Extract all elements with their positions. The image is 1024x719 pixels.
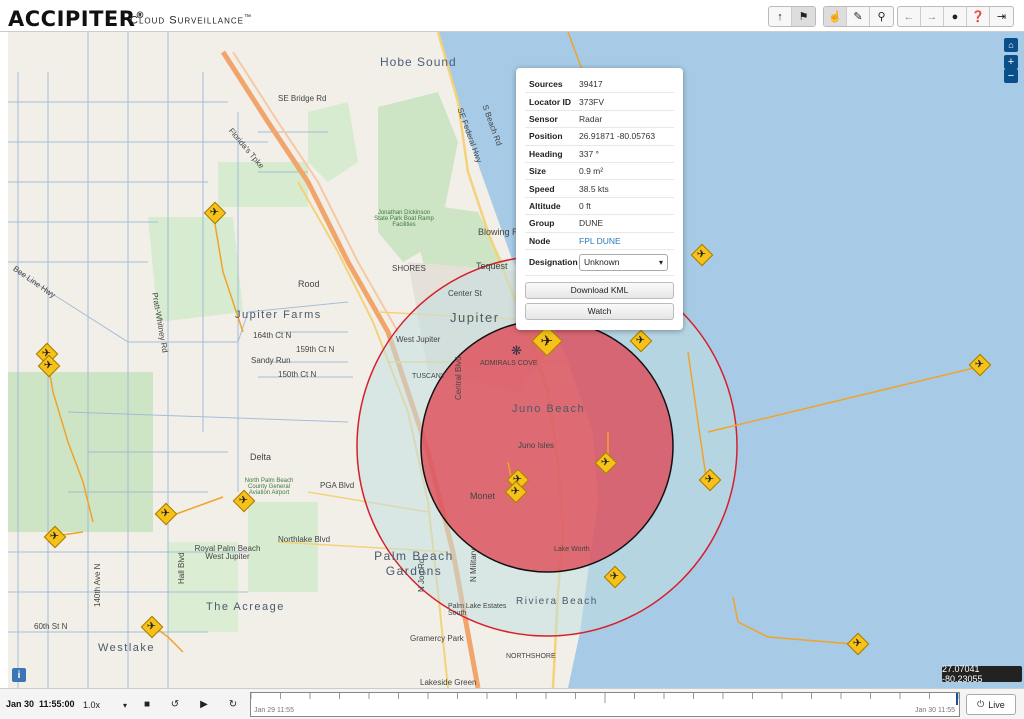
label-riviera-beach: Riviera Beach	[516, 596, 598, 607]
cursor-coordinates: 27.07041 -80.23055	[942, 664, 1022, 684]
timeline-ticks	[251, 693, 959, 705]
label-jupiter: Jupiter	[450, 310, 500, 325]
info-row-group: Group DUNE	[525, 215, 674, 233]
label-northlake-blvd: Northlake Blvd	[278, 535, 331, 544]
rewind-icon[interactable]: ↺	[164, 696, 186, 713]
label-150th-ct: 150th Ct N	[278, 370, 317, 379]
download-kml-button[interactable]: Download KML	[525, 281, 674, 299]
location-pin-icon[interactable]: ⚲	[870, 7, 893, 26]
info-row-sources: Sources 39417	[525, 76, 674, 94]
back-arrow-icon[interactable]: ←	[898, 7, 921, 26]
record-dot-icon[interactable]: ●	[944, 7, 967, 26]
watch-button[interactable]: Watch	[525, 302, 674, 320]
label-northshore: NORTHSHORE	[506, 653, 556, 660]
power-icon: ⏻	[977, 699, 985, 709]
timeline-slider[interactable]: Jan 29 11:55 Jan 30 11:55	[250, 692, 960, 717]
target-info-table: Sources 39417 Locator ID 373FV Sensor Radar…	[525, 76, 674, 250]
chevron-down-icon: ▾	[658, 257, 663, 267]
label-juno-isles: Juno Isles	[518, 441, 555, 450]
label-west-jupiter: West Jupiter	[396, 335, 441, 344]
label-the-acreage: The Acreage	[206, 601, 285, 613]
label-jonathan-dickinson: Jonathan Dickinson State Park Boat Ramp …	[374, 210, 434, 228]
toolbar-group-1: ↑ ⚑	[768, 6, 816, 27]
play-icon[interactable]: ▶	[193, 696, 215, 713]
timeline-end-label: Jan 30 11:55	[915, 707, 955, 714]
designation-row: Designation Unknown ▾	[525, 250, 674, 276]
label-hall-blvd: Hall Blvd	[177, 552, 186, 584]
label-shores: SHORES	[392, 264, 426, 273]
label-monet: Monet	[470, 491, 496, 501]
label-juno-beach: Juno Beach	[512, 403, 586, 415]
logo-subtitle: Cloud Surveillance™	[130, 14, 252, 27]
label-jupiter-farms: Jupiter Farms	[235, 309, 322, 321]
playback-date: Jan 30	[6, 699, 35, 709]
logout-icon[interactable]: ⇥	[990, 7, 1013, 26]
label-central-blvd: Central Blvd	[454, 356, 463, 400]
info-button[interactable]: i	[12, 668, 26, 682]
home-icon[interactable]: ⌂	[1004, 38, 1018, 52]
help-icon[interactable]: ❓	[967, 7, 990, 26]
label-westlake: Westlake	[98, 642, 156, 654]
label-gramercy-park: Gramercy Park	[410, 634, 464, 643]
zoom-out-button[interactable]: −	[1004, 69, 1018, 83]
upload-arrow-icon[interactable]: ↑	[769, 7, 792, 26]
info-row-node: Node FPL DUNE	[525, 233, 674, 250]
label-center-st: Center St	[448, 289, 482, 298]
ruler-icon[interactable]: ✎	[847, 7, 870, 26]
label-delta: Delta	[250, 452, 272, 462]
label-tuscany: TUSCANY	[412, 373, 446, 380]
label-140th-ave: 140th Ave N	[93, 563, 102, 607]
toolbar-group-2: ☝ ✎ ⚲	[823, 6, 894, 27]
target-info-popup: Sources 39417 Locator ID 373FV Sensor Radar…	[516, 68, 683, 330]
label-airport: North Palm Beach County General Aviation…	[244, 478, 294, 496]
designation-select[interactable]: Unknown ▾	[579, 253, 668, 271]
node-link[interactable]: FPL DUNE	[579, 236, 621, 246]
info-row-speed: Speed 38.5 kts	[525, 180, 674, 198]
label-palm-beach-gardens: Palm Beach Gardens	[374, 549, 454, 578]
label-sandy-run: Sandy Run	[251, 356, 291, 365]
label-admirals-cove: ADMIRALS COVE	[480, 360, 538, 367]
label-159th-ct: 159th Ct N	[296, 345, 335, 354]
playback-speed-select[interactable]: 1.0x ▾	[80, 697, 130, 713]
forward-arrow-icon[interactable]: →	[921, 7, 944, 26]
label-royal-palm: Royal Palm Beach West Jupiter	[194, 544, 261, 561]
logo: ACCIPITER®	[8, 7, 145, 31]
label-n-military: N Military	[469, 548, 478, 582]
label-se-bridge-rd: SE Bridge Rd	[278, 94, 327, 103]
toolbar-group-3: ← → ● ❓ ⇥	[897, 6, 1014, 27]
pointer-hand-icon[interactable]: ☝	[824, 7, 847, 26]
radar-sensor-icon[interactable]: ❋	[511, 343, 522, 359]
info-row-size: Size 0.9 m²	[525, 163, 674, 181]
label-60th-st: 60th St N	[34, 622, 68, 631]
label-tequesta: Tequest	[476, 261, 508, 271]
label-rood: Rood	[298, 279, 320, 289]
label-n-jog-rd: N Jog Rd	[417, 558, 426, 592]
label-lakeside-green: Lakeside Green	[420, 678, 477, 687]
timeline-start-label: Jan 29 11:55	[254, 707, 294, 714]
zoom-in-button[interactable]: +	[1004, 55, 1018, 69]
playback-bar: Jan 30 11:55:00 1.0x ▾ ■ ↺ ▶ ↻ Jan 29 11…	[0, 688, 1024, 719]
live-button[interactable]: ⏻ Live	[966, 694, 1016, 715]
label-blowing-rock: Blowing R	[478, 227, 519, 237]
stop-icon[interactable]: ■	[136, 696, 158, 713]
label-lake-worth: Lake Worth	[554, 546, 590, 553]
info-row-position: Position 26.91871 -80.05763	[525, 128, 674, 146]
info-row-heading: Heading 337 °	[525, 146, 674, 163]
app-window: ACCIPITER® Cloud Surveillance™ ↑ ⚑ ☝ ✎ ⚲…	[0, 0, 1024, 719]
label-164th-ct: 164th Ct N	[253, 331, 292, 340]
info-row-altitude: Altitude 0 ft	[525, 198, 674, 216]
label-hobe-sound: Hobe Sound	[380, 55, 457, 69]
label-palm-lake-estates: Palm Lake Estates South	[448, 603, 507, 617]
info-row-locator-id: Locator ID 373FV	[525, 93, 674, 111]
tag-icon[interactable]: ⚑	[792, 7, 815, 26]
info-row-sensor: Sensor Radar	[525, 111, 674, 129]
playback-time: 11:55:00	[39, 699, 75, 709]
header-bar: ACCIPITER® Cloud Surveillance™ ↑ ⚑ ☝ ✎ ⚲…	[0, 0, 1024, 32]
refresh-icon[interactable]: ↻	[222, 696, 244, 713]
label-pga-blvd: PGA Blvd	[320, 481, 355, 490]
chevron-down-icon: ▾	[122, 700, 127, 710]
